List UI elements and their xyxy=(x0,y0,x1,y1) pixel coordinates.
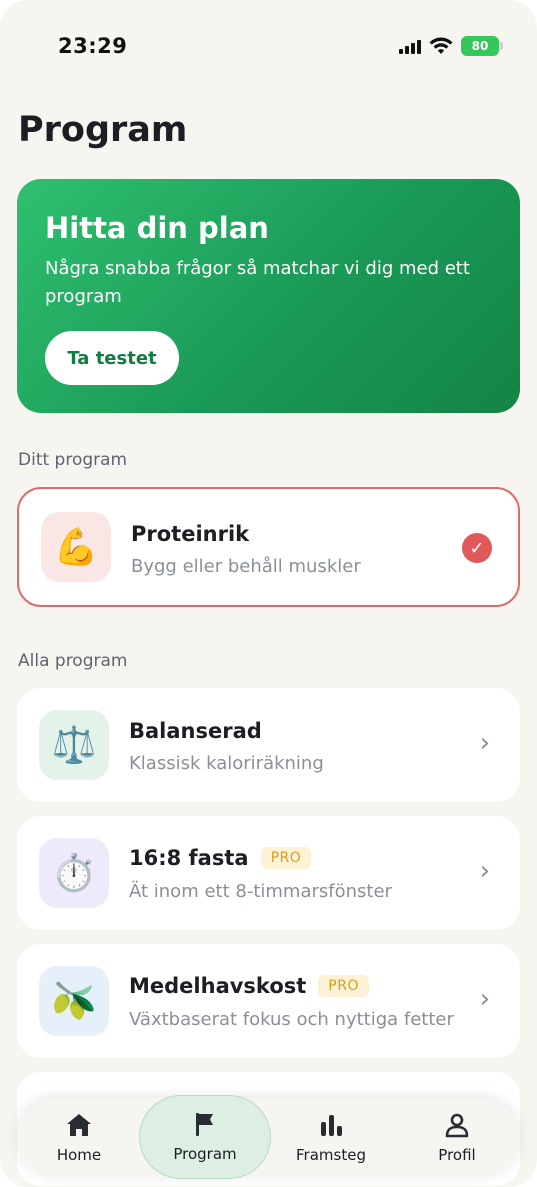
bar-chart-icon xyxy=(321,1115,342,1136)
program-card-16-8-fasta[interactable]: ⏱️ 16:8 fasta PRO Ät inom ett 8-timmarsf… xyxy=(17,816,520,930)
tab-label: Home xyxy=(56,1146,102,1164)
chevron-right-icon: › xyxy=(479,984,490,1014)
app-screen: 23:29 80 Program Hitta din plan Några sn… xyxy=(0,0,537,1187)
take-test-button[interactable]: Ta testet xyxy=(45,331,179,385)
card-subtitle: Klassisk kaloriräkning xyxy=(129,753,324,774)
card-title-row: 16:8 fasta PRO xyxy=(129,846,312,870)
banner-subtitle: Några snabba frågor så matchar vi dig me… xyxy=(45,258,470,307)
tab-profil[interactable]: Profil xyxy=(397,1098,517,1178)
wifi-icon xyxy=(429,37,453,54)
tab-home[interactable]: Home xyxy=(19,1098,139,1178)
status-time: 23:29 xyxy=(58,34,128,58)
stopwatch-icon: ⏱️ xyxy=(39,838,109,908)
status-icons: 80 xyxy=(399,36,503,56)
card-subtitle: Växtbaserat fokus och nyttiga fetter xyxy=(129,1009,454,1030)
card-subtitle: Bygg eller behåll muskler xyxy=(131,556,361,577)
person-icon xyxy=(445,1113,469,1138)
card-subtitle: Ät inom ett 8-timmarsfönster xyxy=(129,881,392,902)
card-title: Medelhavskost xyxy=(129,974,307,998)
balance-scale-icon: ⚖️ xyxy=(39,710,109,780)
card-title: Balanserad xyxy=(129,719,262,743)
pro-badge: PRO xyxy=(318,975,369,997)
selected-check-icon: ✓ xyxy=(462,533,492,563)
signal-icon xyxy=(399,38,421,54)
tab-label: Profil xyxy=(438,1146,476,1164)
card-title: Proteinrik xyxy=(131,522,250,546)
status-bar: 23:29 80 xyxy=(0,30,537,66)
tab-label: Program xyxy=(173,1145,237,1163)
chevron-right-icon: › xyxy=(479,728,490,758)
chevron-right-icon: › xyxy=(479,856,490,886)
bottom-tab-bar: Home Program Framsteg Profil xyxy=(17,1095,520,1179)
section-label-all-programs: Alla program xyxy=(18,651,128,671)
card-title: 16:8 fasta xyxy=(129,846,249,870)
tab-framsteg[interactable]: Framsteg xyxy=(271,1098,391,1178)
program-card-medelhavskost[interactable]: 🫒 Medelhavskost PRO Växtbaserat fokus oc… xyxy=(17,944,520,1058)
program-card-proteinrik[interactable]: 💪 Proteinrik Bygg eller behåll muskler ✓ xyxy=(17,487,520,607)
card-title-row: Balanserad xyxy=(129,719,262,743)
olive-icon: 🫒 xyxy=(39,966,109,1036)
program-card-balanserad[interactable]: ⚖️ Balanserad Klassisk kaloriräkning › xyxy=(17,688,520,802)
page-title: Program xyxy=(18,110,188,150)
home-icon xyxy=(67,1114,91,1136)
tab-program[interactable]: Program xyxy=(139,1095,271,1179)
battery-icon: 80 xyxy=(461,36,503,56)
flexed-biceps-icon: 💪 xyxy=(41,512,111,582)
card-title-row: Medelhavskost PRO xyxy=(129,974,369,998)
pro-badge: PRO xyxy=(260,847,312,869)
card-title-row: Proteinrik xyxy=(131,522,249,546)
tab-label: Framsteg xyxy=(296,1146,366,1164)
section-label-my-program: Ditt program xyxy=(18,450,128,470)
flag-icon xyxy=(196,1113,213,1136)
find-plan-banner: Hitta din plan Några snabba frågor så ma… xyxy=(17,179,520,413)
banner-title: Hitta din plan xyxy=(45,211,269,245)
